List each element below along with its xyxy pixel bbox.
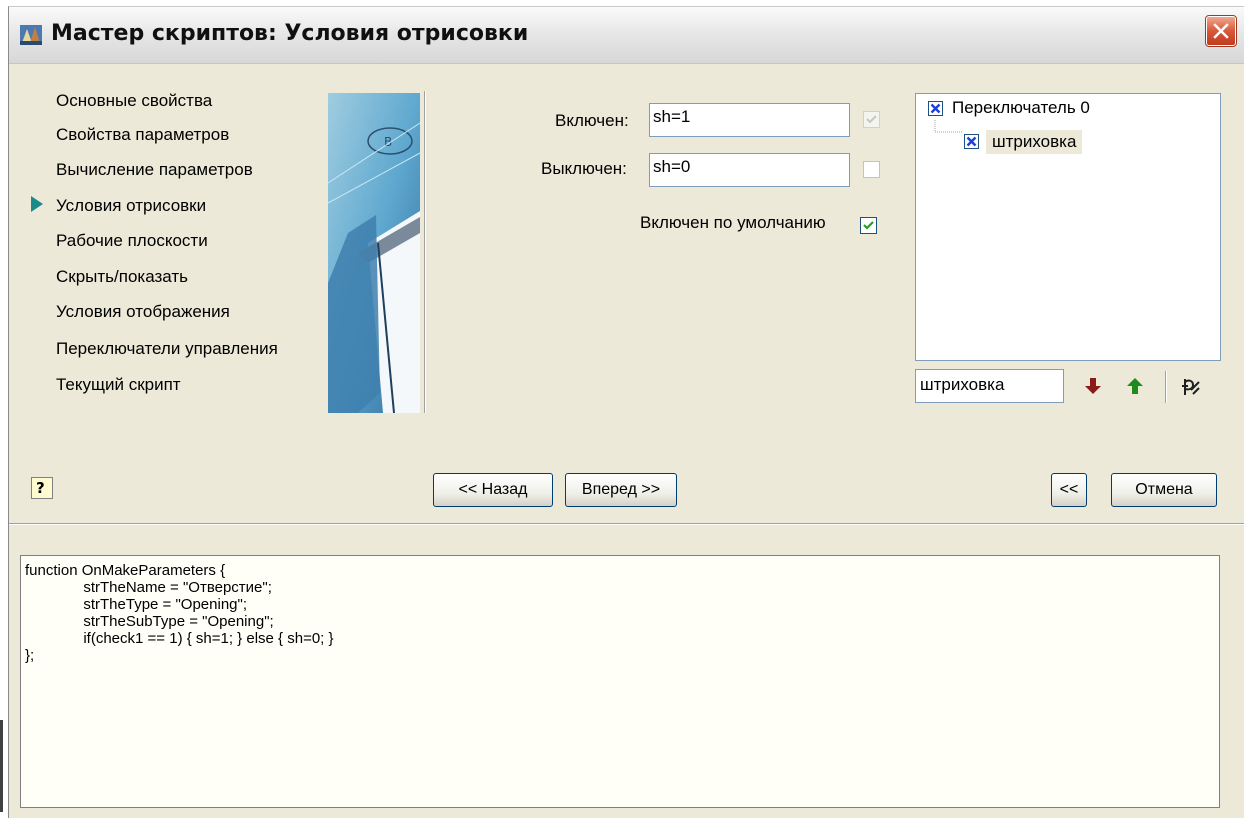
- tree-connector-line: [934, 120, 962, 133]
- nav-item-basic-properties[interactable]: Основные свойства: [56, 91, 212, 111]
- nav-item-work-planes[interactable]: Рабочие плоскости: [56, 231, 208, 251]
- check-icon: [866, 115, 877, 124]
- tree-child-checkbox[interactable]: [964, 134, 979, 149]
- title-bar[interactable]: Мастер скриптов: Условия отрисовки: [9, 7, 1244, 64]
- switch-name-input[interactable]: штриховка: [915, 369, 1064, 403]
- nav-divider: [424, 91, 426, 413]
- toolbar-separator: [1165, 371, 1167, 403]
- arrow-down-icon: [1085, 378, 1101, 394]
- cancel-button[interactable]: Отмена: [1111, 473, 1217, 507]
- tree-root-checkbox[interactable]: [928, 101, 943, 116]
- disabled-label: Выключен:: [541, 159, 627, 178]
- disabled-expression-input[interactable]: sh=0: [649, 153, 850, 187]
- delete-icon: [1182, 379, 1200, 395]
- code-line: if(check1 == 1) { sh=1; } else { sh=0; }: [25, 630, 334, 647]
- nav-item-hide-show[interactable]: Скрыть/показать: [56, 267, 188, 287]
- nav-item-draw-conditions[interactable]: Условия отрисовки: [56, 196, 206, 216]
- code-line: strTheSubType = "Opening";: [25, 613, 274, 630]
- arrow-up-icon: [1127, 378, 1143, 394]
- x-check-icon: [930, 103, 941, 114]
- default-enabled-checkbox[interactable]: [860, 217, 877, 234]
- next-button[interactable]: Вперед >>: [565, 473, 677, 507]
- x-check-icon: [966, 136, 977, 147]
- nav-item-control-switches[interactable]: Переключатели управления: [56, 339, 278, 359]
- code-line: };: [25, 647, 35, 664]
- current-step-arrow-icon: [31, 196, 43, 212]
- code-line: strTheName = "Отверстие";: [25, 579, 272, 596]
- check-icon: [863, 221, 874, 230]
- nav-item-parameter-calculation[interactable]: Вычисление параметров: [56, 160, 253, 180]
- help-icon: ?: [36, 479, 45, 497]
- collapse-button[interactable]: <<: [1051, 473, 1087, 507]
- nav-item-parameter-properties[interactable]: Свойства параметров: [56, 125, 229, 145]
- disabled-checkbox[interactable]: [863, 161, 880, 178]
- close-button[interactable]: [1205, 15, 1237, 47]
- enabled-checkbox[interactable]: [863, 111, 880, 128]
- move-up-button[interactable]: [1121, 371, 1149, 401]
- tree-child-label[interactable]: штриховка: [986, 130, 1083, 154]
- section-divider: [9, 523, 1244, 525]
- window-title: Мастер скриптов: Условия отрисовки: [51, 21, 529, 46]
- back-button[interactable]: << Назад: [433, 473, 553, 507]
- help-button[interactable]: ?: [31, 477, 53, 499]
- enabled-label: Включен:: [555, 111, 629, 130]
- app-icon: [20, 25, 42, 45]
- tree-root-label[interactable]: Переключатель 0: [952, 98, 1090, 118]
- code-line: function OnMakeParameters {: [25, 562, 226, 579]
- nav-item-display-conditions[interactable]: Условия отображения: [56, 302, 230, 322]
- close-icon: [1213, 23, 1229, 39]
- window-edge: [0, 720, 3, 812]
- default-enabled-label: Включен по умолчанию: [640, 213, 826, 232]
- enabled-expression-input[interactable]: sh=1: [649, 103, 850, 137]
- delete-switch-button[interactable]: [1175, 371, 1203, 401]
- decorative-banner-image: B: [328, 93, 420, 413]
- dialog-window: Мастер скриптов: Условия отрисовки Основ…: [8, 6, 1244, 818]
- move-down-button[interactable]: [1079, 371, 1107, 401]
- script-code-editor[interactable]: function OnMakeParameters { strTheName =…: [20, 555, 1220, 808]
- nav-item-current-script[interactable]: Текущий скрипт: [56, 375, 181, 395]
- code-line: strTheType = "Opening";: [25, 596, 247, 613]
- switch-tree[interactable]: Переключатель 0 штриховка: [915, 93, 1221, 361]
